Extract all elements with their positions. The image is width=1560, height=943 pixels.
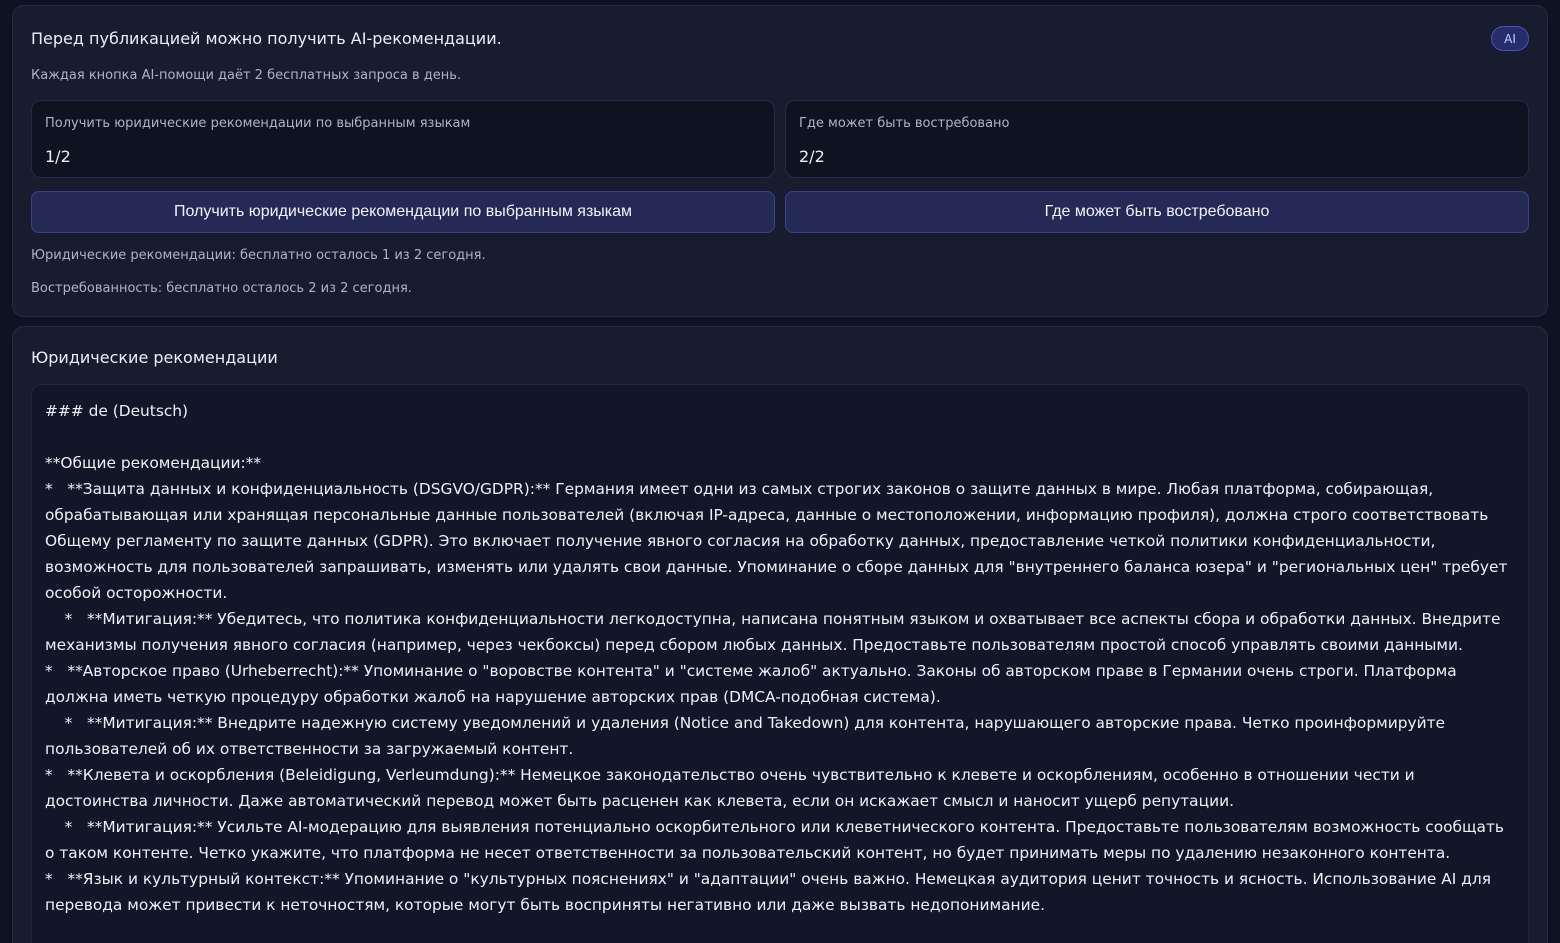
demand-counter-label: Где может быть востребовано	[799, 116, 1010, 131]
legal-recommendations-output[interactable]: ### de (Deutsch) **Общие рекомендации:**…	[31, 384, 1529, 943]
ai-recommendations-panel: Перед публикацией можно получить AI-реко…	[12, 5, 1548, 317]
legal-panel-title: Юридические рекомендации	[31, 348, 278, 367]
demand-counter-value: 2/2	[799, 147, 825, 166]
where-in-demand-button[interactable]: Где может быть востребовано	[785, 191, 1529, 233]
legal-usage-counter: Получить юридические рекомендации по выб…	[31, 100, 775, 178]
ai-panel-title: Перед публикацией можно получить AI-реко…	[31, 29, 502, 48]
legal-quota-status: Юридические рекомендации: бесплатно оста…	[31, 248, 486, 263]
ai-panel-subtitle: Каждая кнопка AI-помощи даёт 2 бесплатны…	[31, 68, 462, 83]
demand-quota-status: Востребованность: бесплатно осталось 2 и…	[31, 281, 412, 296]
legal-recommendations-panel: Юридические рекомендации ### de (Deutsch…	[12, 326, 1548, 943]
legal-counter-value: 1/2	[45, 147, 71, 166]
demand-usage-counter: Где может быть востребовано 2/2	[785, 100, 1529, 178]
legal-counter-label: Получить юридические рекомендации по выб…	[45, 116, 471, 131]
ai-badge: AI	[1491, 26, 1529, 51]
legal-recommendations-text: ### de (Deutsch) **Общие рекомендации:**…	[45, 402, 1508, 914]
get-legal-recommendations-button[interactable]: Получить юридические рекомендации по выб…	[31, 191, 775, 233]
